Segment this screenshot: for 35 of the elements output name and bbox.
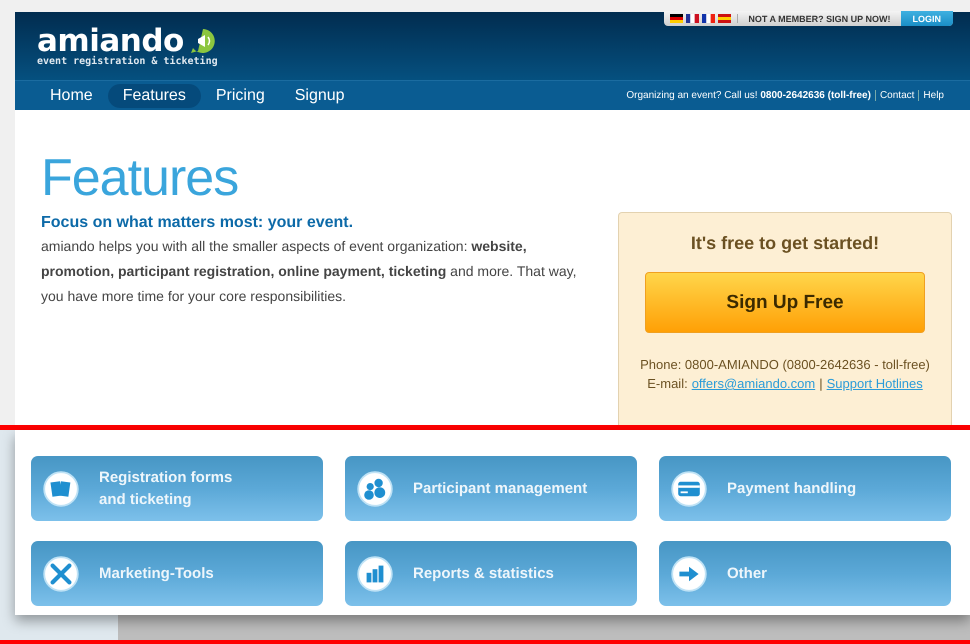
box-heading: It's free to get started! [690, 233, 880, 254]
feature-tile[interactable]: Payment handling [659, 456, 951, 521]
nav-item[interactable]: Home [35, 84, 108, 108]
flag-icon[interactable] [686, 14, 700, 23]
feature-tile[interactable]: Participant management [345, 456, 637, 521]
subtitle: Focus on what matters most: your event. [41, 214, 354, 232]
feature-tile[interactable]: Marketing-Tools [31, 541, 323, 606]
hotlines-link[interactable]: Support Hotlines [826, 374, 923, 393]
nav-item[interactable]: Signup [280, 84, 360, 108]
forms-icon [43, 470, 79, 506]
credit-card-icon [671, 470, 707, 506]
flag-icon[interactable] [702, 14, 716, 23]
feature-tile[interactable]: Other [659, 541, 951, 606]
tagline: event registration & ticketing [37, 56, 219, 66]
phone-text: Phone: 0800-AMIANDO (0800-2642636 - toll-free) [639, 356, 931, 374]
signup-button[interactable]: Sign Up Free [645, 272, 925, 333]
feature-tile[interactable]: Reports & statistics [345, 541, 637, 606]
signup-link[interactable]: NOT A MEMBER? SIGN UP NOW! [738, 14, 900, 24]
nav-item[interactable]: Features [108, 84, 201, 108]
page-title: Features [41, 150, 240, 206]
email-link[interactable]: offers@amiando.com [692, 374, 816, 393]
header-link[interactable]: Help [918, 90, 948, 101]
email-label: E-mail: [647, 375, 688, 393]
feature-tile[interactable]: Registration forms and ticketing [31, 456, 323, 521]
intro-text: amiando helps you with all the smaller aspects of event organization: website, promotion, participant registration, online payment, ticketing and more. That way, you have more time for your core responsibilities. [41, 237, 578, 306]
flag-icon[interactable] [670, 14, 684, 23]
people-icon [357, 470, 393, 506]
header-link[interactable]: Contact [874, 90, 918, 101]
logo: amiando [37, 26, 184, 56]
nav-item[interactable]: Pricing [200, 84, 280, 108]
megaphone-icon [190, 28, 216, 54]
call-text: Organizing an event? Call us! 0800-2642636 (toll-free) [626, 90, 872, 101]
separator: | [819, 375, 823, 393]
bar-chart-icon [357, 556, 393, 592]
login-button[interactable]: LOGIN [900, 11, 953, 26]
